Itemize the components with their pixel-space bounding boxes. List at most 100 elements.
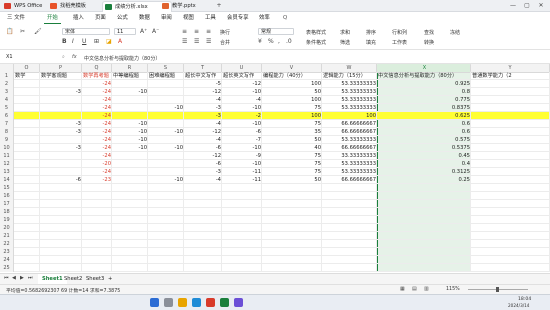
table-cell-w[interactable]: 53.33333333 xyxy=(322,96,377,104)
minimize-button[interactable]: — xyxy=(506,0,520,11)
row-header[interactable]: 19 xyxy=(0,216,14,224)
table-cell-w[interactable] xyxy=(322,184,377,192)
menu-review[interactable]: 审阅 xyxy=(158,13,175,23)
menu-insert[interactable]: 插入 xyxy=(70,13,87,23)
table-cell-o[interactable] xyxy=(14,152,40,160)
table-cell-y[interactable] xyxy=(471,176,550,184)
browser-icon[interactable] xyxy=(192,298,201,307)
paste-icon[interactable]: 📋 xyxy=(6,28,13,35)
table-cell-u[interactable] xyxy=(222,216,262,224)
table-cell-q[interactable]: -24 xyxy=(82,88,112,96)
table-cell-r[interactable] xyxy=(112,168,148,176)
table-cell-p[interactable] xyxy=(40,208,82,216)
table-cell-t[interactable]: -6 xyxy=(184,160,222,168)
table-cell-y[interactable]: 普通数学能力（2 xyxy=(471,72,550,80)
table-cell-x[interactable]: 0.6 xyxy=(377,128,471,136)
column-header-t[interactable]: T xyxy=(184,64,222,72)
table-cell-u[interactable] xyxy=(222,240,262,248)
table-cell-v[interactable]: 100 xyxy=(262,80,322,88)
table-cell-s[interactable] xyxy=(148,112,184,120)
row-header[interactable]: 9 xyxy=(0,136,14,144)
table-cell-u[interactable]: -10 xyxy=(222,104,262,112)
table-cell-t[interactable]: -4 xyxy=(184,120,222,128)
align-center-icon[interactable]: ☰ xyxy=(194,38,199,45)
table-cell-q[interactable]: -24 xyxy=(82,144,112,152)
table-cell-o[interactable] xyxy=(14,208,40,216)
underline-icon[interactable]: U xyxy=(82,38,86,45)
table-cell-w[interactable]: 53.33333333 xyxy=(322,80,377,88)
table-cell-x[interactable] xyxy=(377,200,471,208)
row-header[interactable]: 2 xyxy=(0,80,14,88)
table-cell-p[interactable] xyxy=(40,192,82,200)
table-cell-s[interactable] xyxy=(148,152,184,160)
table-cell-u[interactable]: -6 xyxy=(222,128,262,136)
table-cell-v[interactable]: 100 xyxy=(262,96,322,104)
table-cell-o[interactable] xyxy=(14,128,40,136)
italic-icon[interactable]: I xyxy=(72,38,74,45)
row-header[interactable]: 12 xyxy=(0,160,14,168)
table-cell-y[interactable] xyxy=(471,256,550,264)
table-cell-q[interactable]: -24 xyxy=(82,96,112,104)
table-cell-r[interactable]: -10 xyxy=(112,120,148,128)
table-cell-x[interactable] xyxy=(377,184,471,192)
table-cell-s[interactable]: -10 xyxy=(148,144,184,152)
table-cell-t[interactable]: -4 xyxy=(184,96,222,104)
font-grow-icon[interactable]: A⁺ xyxy=(140,28,147,35)
table-cell-y[interactable] xyxy=(471,168,550,176)
column-header-u[interactable]: U xyxy=(222,64,262,72)
table-cell-w[interactable]: 53.33333333 xyxy=(322,160,377,168)
border-icon[interactable]: ⊞ xyxy=(94,38,99,45)
table-cell-x[interactable] xyxy=(377,240,471,248)
table-cell-w[interactable]: 53.33333333 xyxy=(322,88,377,96)
table-cell-q[interactable] xyxy=(82,208,112,216)
row-header[interactable]: 3 xyxy=(0,88,14,96)
thousands-icon[interactable]: , xyxy=(278,38,280,45)
zoom-fx-icon[interactable]: ⌕ xyxy=(62,54,65,61)
table-cell-u[interactable]: -9 xyxy=(222,152,262,160)
align-top-icon[interactable]: ≡ xyxy=(182,28,187,35)
table-cell-t[interactable] xyxy=(184,216,222,224)
table-cell-x[interactable]: 中文信息分析与提取能力（80分） xyxy=(377,72,471,80)
table-cell-y[interactable] xyxy=(471,88,550,96)
table-cell-t[interactable] xyxy=(184,256,222,264)
menu-efficiency[interactable]: 效率 xyxy=(256,13,273,23)
table-cell-x[interactable]: 0.6 xyxy=(377,120,471,128)
table-cell-y[interactable] xyxy=(471,80,550,88)
column-header-y[interactable]: Y xyxy=(471,64,550,72)
table-cell-p[interactable] xyxy=(40,96,82,104)
align-middle-icon[interactable]: ≡ xyxy=(194,28,199,35)
table-cell-r[interactable] xyxy=(112,240,148,248)
table-cell-p[interactable] xyxy=(40,256,82,264)
table-cell-v[interactable]: 编程能力（40分） xyxy=(262,72,322,80)
align-left-icon[interactable]: ☰ xyxy=(182,38,187,45)
table-cell-v[interactable]: 75 xyxy=(262,160,322,168)
wps-taskbar-icon[interactable] xyxy=(206,298,215,307)
table-cell-o[interactable] xyxy=(14,232,40,240)
align-bottom-icon[interactable]: ≡ xyxy=(206,28,211,35)
table-cell-r[interactable]: -10 xyxy=(112,128,148,136)
wrap-text-button[interactable]: 换行 xyxy=(220,29,230,36)
table-cell-o[interactable] xyxy=(14,224,40,232)
table-cell-t[interactable] xyxy=(184,192,222,200)
table-cell-s[interactable] xyxy=(148,168,184,176)
table-cell-u[interactable]: -10 xyxy=(222,88,262,96)
table-cell-r[interactable] xyxy=(112,152,148,160)
search-taskbar-icon[interactable] xyxy=(164,298,173,307)
table-cell-o[interactable] xyxy=(14,160,40,168)
table-cell-x[interactable]: 0.575 xyxy=(377,136,471,144)
table-cell-v[interactable]: 35 xyxy=(262,128,322,136)
table-cell-q[interactable]: -23 xyxy=(82,176,112,184)
table-cell-w[interactable] xyxy=(322,248,377,256)
table-cell-r[interactable]: -10 xyxy=(112,136,148,144)
table-cell-x[interactable] xyxy=(377,208,471,216)
row-header[interactable]: 15 xyxy=(0,184,14,192)
table-cell-t[interactable] xyxy=(184,232,222,240)
table-cell-q[interactable] xyxy=(82,200,112,208)
row-header[interactable]: 1 xyxy=(0,72,14,80)
table-cell-u[interactable] xyxy=(222,192,262,200)
zoom-slider-handle[interactable] xyxy=(496,287,499,292)
table-cell-t[interactable] xyxy=(184,264,222,272)
table-cell-p[interactable]: -3 xyxy=(40,144,82,152)
table-cell-u[interactable] xyxy=(222,256,262,264)
table-cell-y[interactable] xyxy=(471,208,550,216)
